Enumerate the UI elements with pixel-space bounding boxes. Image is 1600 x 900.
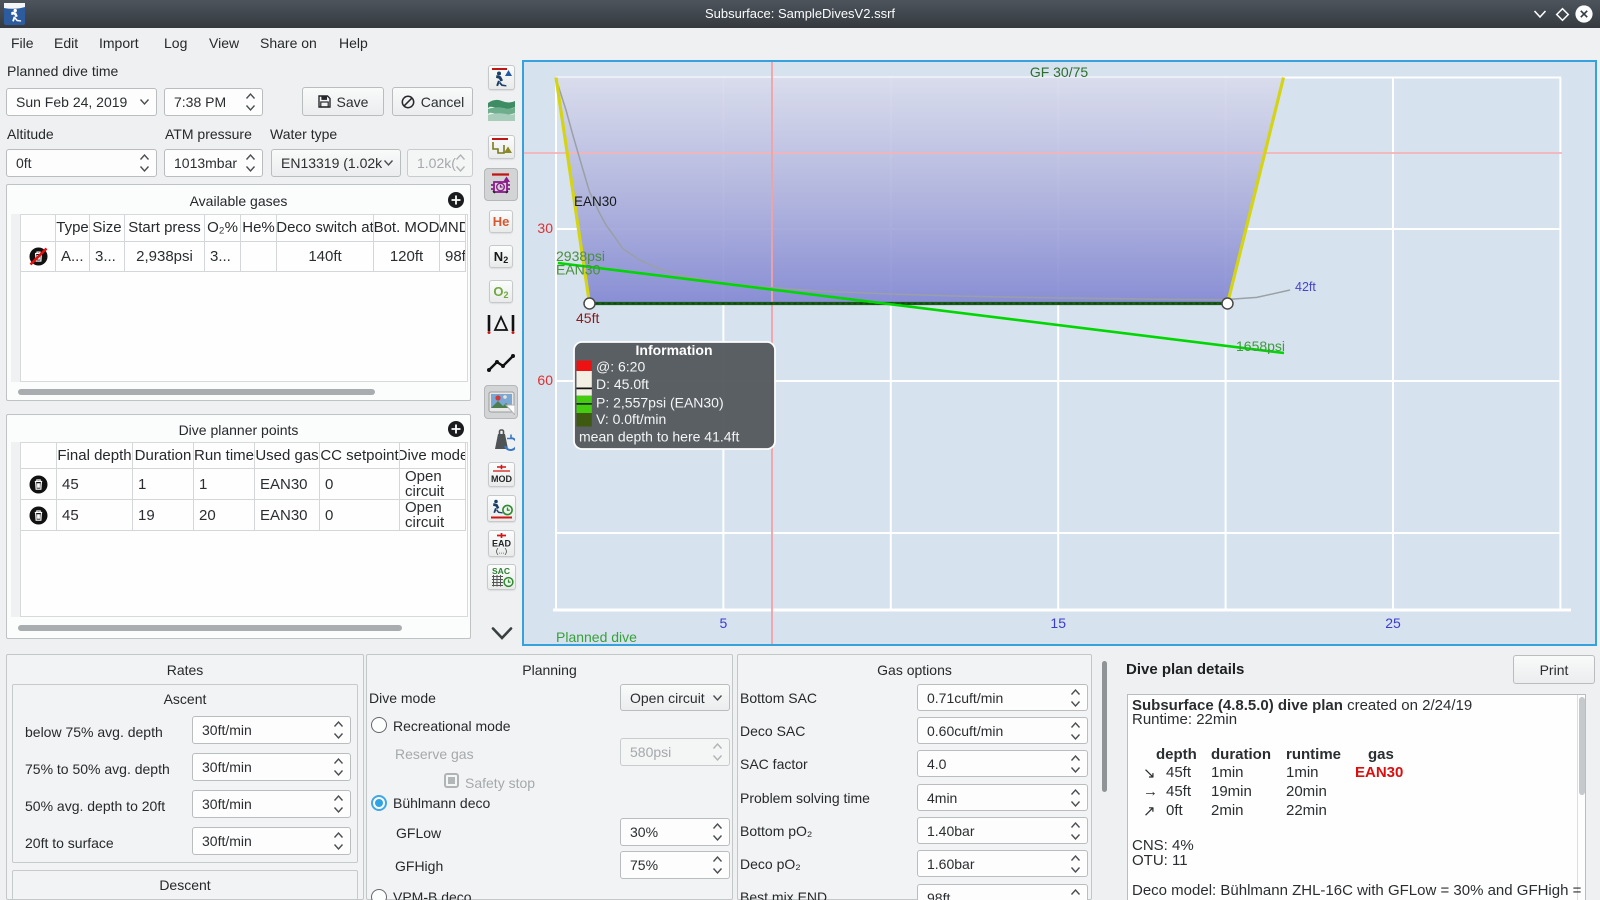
svg-text:MOD: MOD: [491, 474, 512, 484]
svg-text:45ft: 45ft: [576, 310, 599, 326]
svg-text:EAN30: EAN30: [556, 262, 601, 278]
svg-text:Information: Information: [636, 342, 713, 358]
svg-text:V: 0.0ft/min: V: 0.0ft/min: [596, 411, 666, 427]
svg-text:GF 30/75: GF 30/75: [1030, 64, 1089, 80]
svg-text:EAN30: EAN30: [574, 194, 617, 209]
svg-text:1658psi: 1658psi: [1236, 338, 1285, 354]
svg-text:P: 2,557psi (EAN30): P: 2,557psi (EAN30): [596, 395, 724, 411]
svg-text:mean depth to here 41.4ft: mean depth to here 41.4ft: [579, 429, 739, 445]
svg-text:60: 60: [537, 372, 553, 388]
svg-text:15: 15: [1050, 615, 1066, 631]
svg-text:Planned dive: Planned dive: [556, 629, 637, 645]
svg-text:@: 6:20: @: 6:20: [596, 359, 645, 375]
svg-text:25: 25: [1385, 615, 1401, 631]
svg-text:D: 45.0ft: D: 45.0ft: [596, 376, 649, 392]
svg-text:30: 30: [537, 220, 553, 236]
svg-text:(...): (...): [496, 547, 508, 556]
svg-text:42ft: 42ft: [1295, 280, 1316, 294]
svg-text:5: 5: [720, 615, 728, 631]
svg-text:SAC: SAC: [492, 566, 510, 576]
